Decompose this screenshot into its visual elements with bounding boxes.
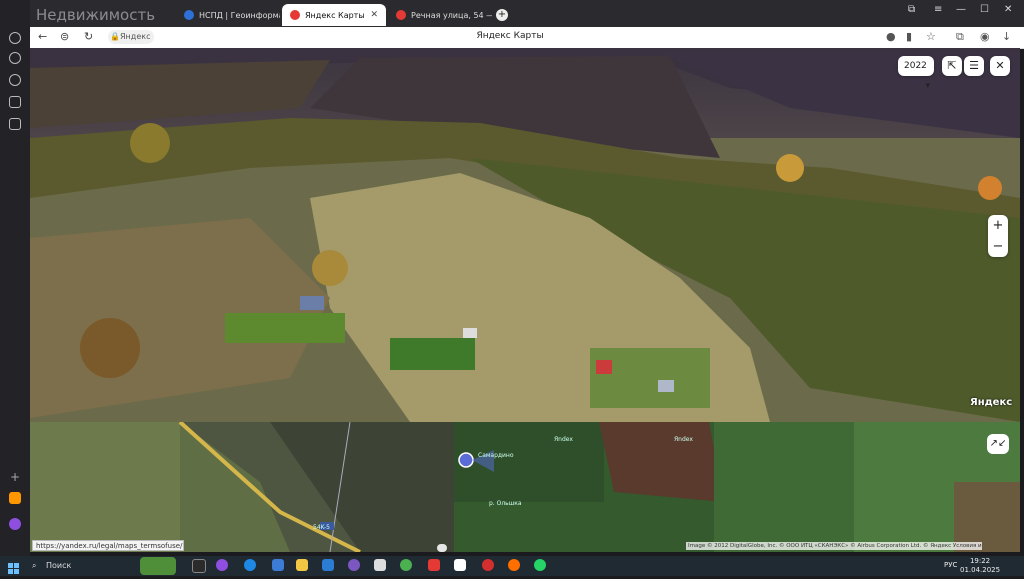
search-icon: ⌕ — [32, 561, 37, 570]
whatsapp-icon[interactable] — [534, 559, 546, 571]
download-icon[interactable]: ↓ — [1002, 30, 1011, 43]
app-icon[interactable] — [9, 96, 21, 108]
river-label: р. Ольшка — [489, 500, 522, 507]
alice-icon[interactable] — [9, 518, 21, 530]
tab-label: Яндекс Карты — [305, 10, 365, 20]
windows-start-icon[interactable] — [8, 560, 20, 574]
minimap-right[interactable]: Самардино Яndex р. Ольшка Яndex — [454, 422, 1020, 552]
satellite-map-left — [30, 422, 454, 552]
map-copyright[interactable]: Image © 2012 DigitalGlobe, Inc. © ООО ИТ… — [686, 542, 982, 550]
panorama-image — [30, 48, 1020, 422]
edge-icon[interactable] — [244, 559, 256, 571]
mail-icon[interactable] — [9, 492, 21, 504]
yandex-market-icon[interactable] — [428, 559, 440, 571]
yandex-logo: Яндекс — [970, 397, 1013, 408]
map-pin-icon — [396, 10, 406, 20]
close-window-button[interactable]: ✕ — [1004, 4, 1012, 15]
language-indicator[interactable]: РУС — [944, 561, 957, 569]
alice-taskbar-icon[interactable] — [216, 559, 228, 571]
file-explorer-icon[interactable] — [296, 559, 308, 571]
screenshot-icon[interactable] — [9, 118, 21, 130]
new-tab-button[interactable]: + — [496, 9, 508, 21]
status-bar-url: https://yandex.ru/legal/maps_termsofuse/… — [32, 540, 184, 551]
add-panel-icon[interactable]: + — [10, 470, 20, 484]
widget-frog-icon[interactable] — [140, 557, 176, 575]
viber-icon[interactable] — [348, 559, 360, 571]
year-value: 2022 — [904, 61, 927, 71]
clock-date: 01.04.2025 — [960, 566, 1001, 574]
extensions-icon[interactable]: ⧉ — [956, 30, 964, 44]
chevron-down-icon: ▾ — [925, 81, 930, 91]
zoom-control: + − — [988, 215, 1008, 257]
expand-map-button[interactable]: ↗↙ — [987, 434, 1009, 454]
lock-icon: 🔒 — [110, 32, 120, 41]
taskbar-clock[interactable]: 19:22 01.04.2025 — [960, 557, 1000, 575]
map-pin-icon — [290, 10, 300, 20]
calculator-icon[interactable] — [272, 559, 284, 571]
nspd-favicon-icon — [184, 10, 194, 20]
utorrent-icon[interactable] — [400, 559, 412, 571]
tabs-menu-icon[interactable]: ⧉ — [908, 4, 915, 15]
task-view-icon[interactable] — [192, 559, 206, 573]
yandex-map-label: Яndex — [554, 436, 573, 443]
notepad-icon[interactable] — [374, 559, 386, 571]
aerial-panorama[interactable] — [30, 48, 1020, 422]
tab-label: НСПД | Геоинформацио — [199, 10, 280, 20]
opera-icon[interactable] — [482, 559, 494, 571]
road-label: 54K-5 — [313, 524, 330, 531]
location-marker-icon[interactable] — [437, 544, 447, 552]
music-icon[interactable] — [9, 74, 21, 86]
yandex-map-label-2: Яndex — [674, 436, 693, 443]
search-label: Поиск — [46, 561, 72, 570]
zoom-in-button[interactable]: + — [988, 215, 1008, 236]
year-select[interactable]: 2022 ▾ — [898, 56, 934, 91]
close-tab-icon[interactable]: ✕ — [370, 10, 378, 20]
menu-button[interactable]: ☰ — [964, 56, 984, 76]
maximize-button[interactable]: ☐ — [980, 4, 989, 15]
tab-nspd[interactable]: НСПД | Геоинформацио — [176, 4, 280, 26]
history-icon[interactable] — [9, 32, 21, 44]
clock-time: 19:22 — [969, 557, 991, 565]
satellite-map-right — [454, 422, 1020, 552]
star-icon[interactable]: ☆ — [926, 30, 936, 43]
watermark-text: Недвижимость — [36, 6, 156, 24]
share-button[interactable]: ⇱ — [942, 56, 962, 76]
account-icon[interactable]: ◉ — [980, 30, 990, 43]
shield-icon[interactable]: ⊜ — [60, 30, 69, 43]
minimap-left[interactable]: 54K-5 — [30, 422, 454, 552]
location-icon[interactable]: ● — [886, 30, 896, 43]
minimize-button[interactable]: — — [956, 4, 966, 15]
tab-label: Речная улица, 54 — Янд — [411, 10, 492, 20]
firefox-icon[interactable] — [508, 559, 520, 571]
play-icon[interactable] — [9, 52, 21, 64]
close-panorama-button[interactable]: ✕ — [990, 56, 1010, 76]
bookmark-icon[interactable]: ▮ — [906, 30, 912, 43]
tab-yandex-maps[interactable]: Яндекс Карты ✕ — [282, 4, 386, 26]
reload-button[interactable]: ↻ — [84, 30, 93, 43]
page-title: Яндекс Карты — [476, 31, 544, 41]
word-icon[interactable] — [322, 559, 334, 571]
downloads-icon[interactable]: ≡ — [934, 4, 942, 15]
village-label: Самардино — [478, 452, 514, 459]
tab-rechnaya[interactable]: Речная улица, 54 — Янд — [388, 4, 492, 26]
back-button[interactable]: ← — [38, 30, 47, 43]
zoom-out-button[interactable]: − — [988, 236, 1008, 257]
yandex-browser-icon[interactable] — [454, 559, 466, 571]
